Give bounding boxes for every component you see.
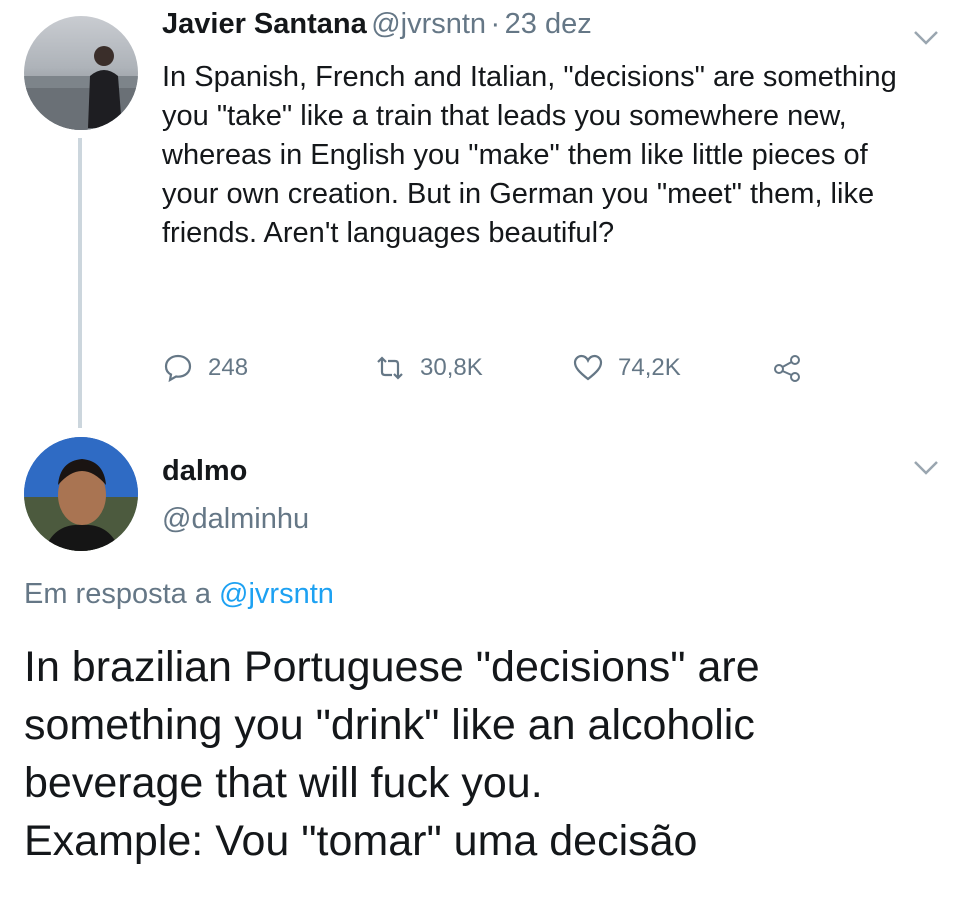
reply-text-line: something you "drink" like an alcoholic [24,701,755,749]
author-handle[interactable]: @jvrsntn [371,8,486,40]
avatar-dalmo[interactable] [24,437,138,551]
like-count: 74,2K [618,354,681,381]
chevron-down-icon[interactable] [912,458,940,478]
retweet-action[interactable]: 30,8K [374,352,483,384]
tweet-header: Javier Santana @jvrsntn · 23 dez [162,8,592,41]
reply-prefix: Em resposta a [24,578,211,610]
avatar-javier-santana[interactable] [24,16,138,130]
avatar-photo [24,46,138,130]
reply-text-line: In brazilian Portuguese "decisions" are [24,643,760,691]
share-action[interactable] [772,352,818,384]
share-icon [774,355,800,382]
avatar-photo [24,437,138,551]
chevron-down-icon[interactable] [912,28,940,48]
reply-author-handle[interactable]: @dalminhu [162,503,309,536]
like-icon [573,354,603,381]
reply-context: Em resposta a @jvrsntn [24,578,334,611]
tweet-date[interactable]: 23 dez [505,8,592,40]
separator-dot: · [490,8,501,40]
reply-text: In brazilian Portuguese "decisions" are … [24,638,944,870]
thread-line [78,138,82,428]
author-name[interactable]: Javier Santana [162,8,367,40]
reply-mention-link[interactable]: @jvrsntn [219,578,334,610]
tweet-text: In Spanish, French and Italian, "decisio… [162,61,897,249]
reply-count: 248 [208,354,249,381]
retweet-count: 30,8K [420,354,483,381]
reply-action[interactable]: 248 [162,352,248,384]
reply-text-line: Example: Vou "tomar" uma decisão [24,817,698,865]
reply-icon [164,354,192,383]
retweet-icon [377,356,403,380]
reply-author-name[interactable]: dalmo [162,455,247,488]
reply-text-line: beverage that will fuck you. [24,759,543,807]
like-action[interactable]: 74,2K [572,352,681,384]
